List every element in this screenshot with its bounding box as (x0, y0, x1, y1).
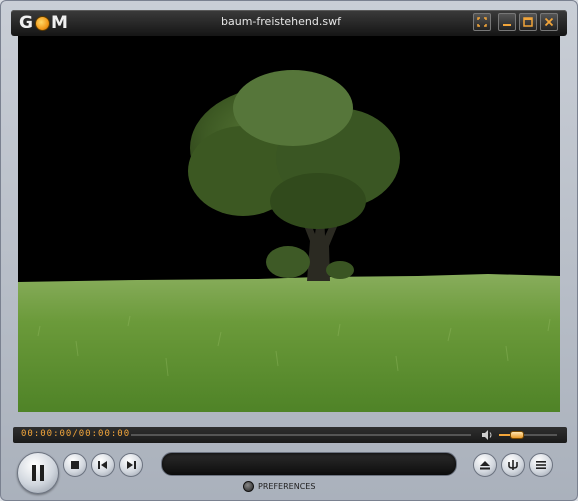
control-panel: PREFERENCES (13, 446, 567, 496)
fullscreen-button[interactable] (473, 13, 491, 31)
close-icon (544, 17, 554, 27)
fullscreen-icon (477, 17, 487, 27)
equalizer-button[interactable] (501, 453, 525, 477)
video-frame (18, 36, 560, 412)
pause-button[interactable] (17, 452, 59, 494)
close-button[interactable] (540, 13, 558, 31)
next-button[interactable] (119, 453, 143, 477)
logo-letter-g: G (19, 13, 34, 33)
volume-knob[interactable] (510, 431, 525, 439)
playlist-button[interactable] (529, 453, 553, 477)
maximize-button[interactable] (519, 13, 537, 31)
preferences-icon (243, 480, 254, 492)
title-bar[interactable]: G M baum-freistehend.swf (11, 10, 567, 36)
preferences-button[interactable]: PREFERENCES (243, 479, 315, 493)
playlist-icon (536, 461, 546, 469)
pause-icon (32, 465, 44, 481)
status-display (161, 452, 457, 476)
preferences-label: PREFERENCES (258, 481, 316, 491)
window-title: baum-freistehend.swf (221, 15, 341, 28)
minimize-icon (503, 24, 511, 26)
player-window: G M baum-freistehend.swf 00:00:00/00:00:… (0, 0, 578, 501)
eject-button[interactable] (473, 453, 497, 477)
logo-letter-m: M (50, 13, 69, 33)
previous-button[interactable] (91, 453, 115, 477)
minimize-button[interactable] (498, 13, 516, 31)
skip-previous-icon (98, 461, 107, 469)
skip-next-icon (127, 461, 136, 469)
logo-o-icon (34, 15, 50, 31)
stop-button[interactable] (63, 453, 87, 477)
stop-icon (71, 461, 79, 469)
speaker-icon[interactable] (480, 428, 494, 442)
maximize-icon (523, 17, 533, 27)
eject-icon (480, 461, 490, 470)
video-area[interactable] (18, 36, 560, 412)
timecode-display: 00:00:00/00:00:00 (21, 429, 131, 439)
volume-slider[interactable] (499, 431, 557, 439)
seek-slider[interactable] (131, 434, 471, 436)
equalizer-icon (508, 460, 518, 470)
seek-bar-panel: 00:00:00/00:00:00 (13, 427, 567, 443)
gom-logo[interactable]: G M (19, 13, 69, 33)
